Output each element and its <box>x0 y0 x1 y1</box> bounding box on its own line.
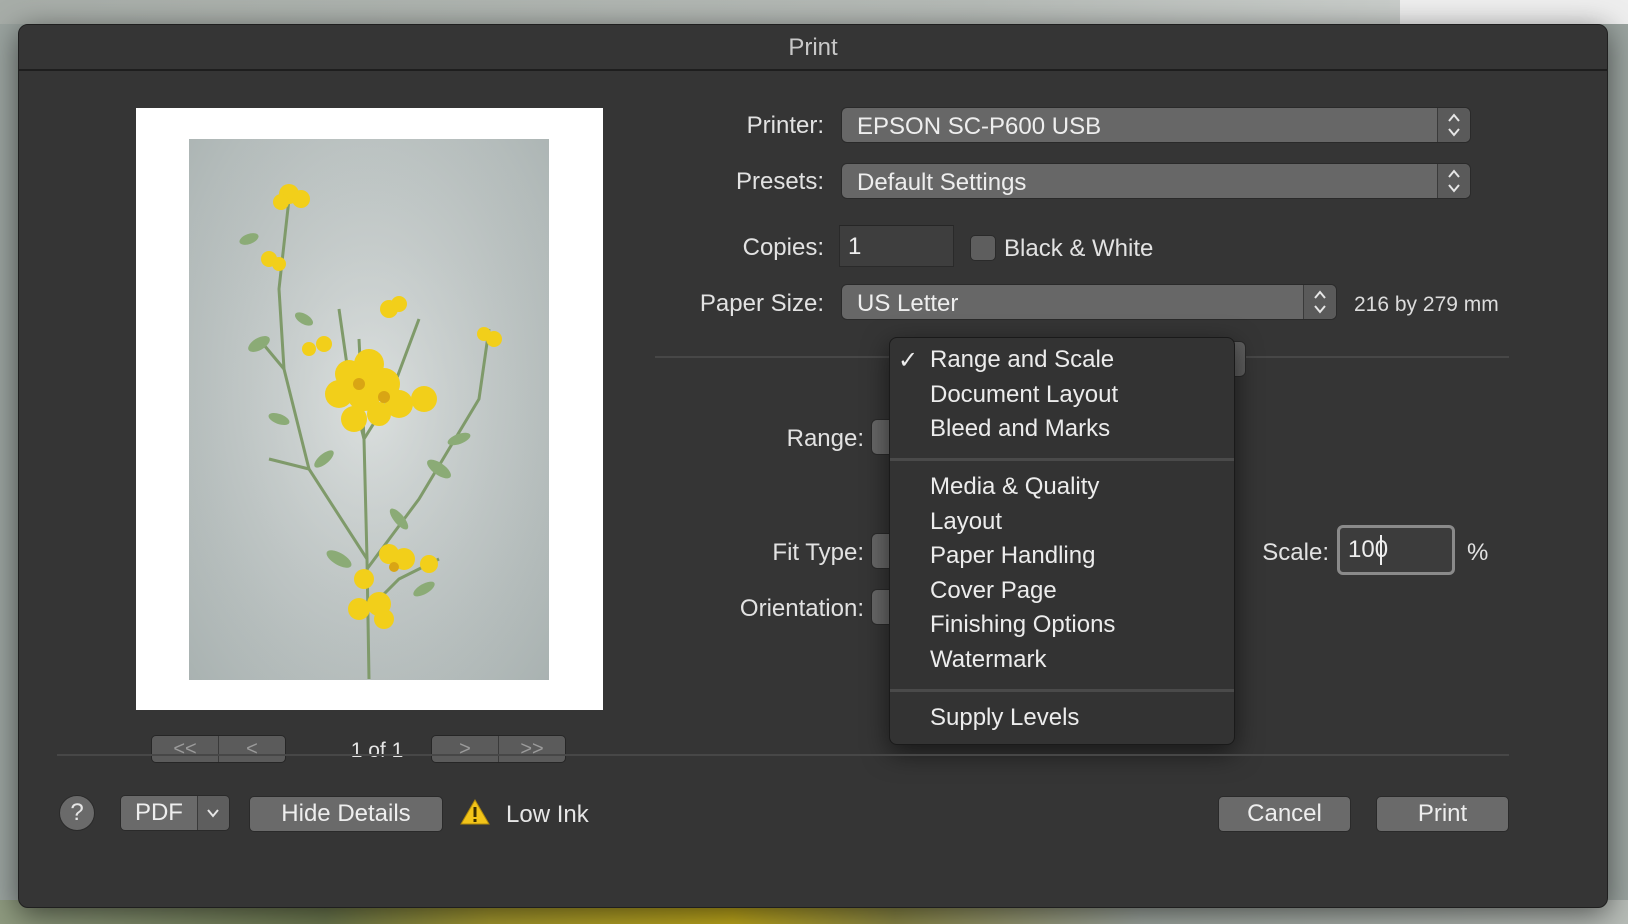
preview-nav-forward: > >> <box>431 735 566 763</box>
help-button[interactable]: ? <box>59 795 95 831</box>
print-button[interactable]: Print <box>1376 796 1509 832</box>
scale-label: Scale: <box>1262 539 1329 566</box>
menu-item-media-quality[interactable]: Media & Quality <box>930 473 1099 501</box>
next-page-button[interactable]: > <box>432 736 498 762</box>
up-down-chevron-icon <box>1303 285 1336 319</box>
last-page-button[interactable]: >> <box>498 736 565 762</box>
menu-item-range-and-scale[interactable]: Range and Scale <box>930 346 1114 374</box>
pdf-menu-button[interactable]: PDF <box>120 795 230 831</box>
footer-divider <box>57 754 1509 756</box>
printer-label: Printer: <box>746 112 824 139</box>
pdf-button[interactable]: PDF <box>121 796 197 830</box>
scale-unit: % <box>1467 539 1489 566</box>
preview-nav-back: << < <box>151 735 286 763</box>
menu-separator <box>890 458 1234 461</box>
black-white-label[interactable]: Black & White <box>1004 235 1153 263</box>
copies-input[interactable]: 1 <box>839 225 954 267</box>
presets-label: Presets: <box>735 168 824 195</box>
dialog-title: Print <box>788 34 838 61</box>
paper-size-popup[interactable]: US Letter <box>841 284 1337 320</box>
low-ink-text[interactable]: Low Ink <box>506 801 589 829</box>
warning-triangle-icon <box>459 798 491 831</box>
orientation-label: Orientation: <box>739 595 864 622</box>
copies-value: 1 <box>848 233 862 260</box>
copies-label: Copies: <box>742 234 824 261</box>
chevron-down-icon[interactable] <box>196 796 229 830</box>
hide-details-button[interactable]: Hide Details <box>249 796 443 832</box>
desktop-background-top <box>0 0 1628 24</box>
print-dialog: Print << < 1 of 1 > >> Printer: EPSON SC… <box>18 24 1608 908</box>
menu-item-supply-levels[interactable]: Supply Levels <box>930 704 1079 732</box>
print-preview-page <box>136 108 603 710</box>
paper-size-label: Paper Size: <box>699 290 824 317</box>
menu-item-paper-handling[interactable]: Paper Handling <box>930 542 1095 570</box>
scale-value: 100 <box>1348 536 1389 563</box>
previous-page-button[interactable]: < <box>218 736 285 762</box>
titlebar: Print <box>19 25 1607 71</box>
presets-popup[interactable]: Default Settings <box>841 163 1471 199</box>
flower-photo-image <box>189 139 549 680</box>
menu-item-bleed-and-marks[interactable]: Bleed and Marks <box>930 415 1110 443</box>
printer-value: EPSON SC-P600 USB <box>857 113 1102 140</box>
page-indicator: 1 of 1 <box>350 739 404 762</box>
menu-separator <box>890 689 1234 692</box>
preview-photo <box>189 139 549 680</box>
up-down-chevron-icon <box>1437 108 1470 142</box>
range-label: Range: <box>786 425 864 452</box>
first-page-button[interactable]: << <box>152 736 218 762</box>
fit-type-label: Fit Type: <box>772 539 864 566</box>
presets-value: Default Settings <box>857 169 1027 196</box>
paper-dimensions: 216 by 279 mm <box>1354 293 1499 316</box>
up-down-chevron-icon <box>1437 164 1470 198</box>
menu-item-document-layout[interactable]: Document Layout <box>930 381 1118 409</box>
menu-item-watermark[interactable]: Watermark <box>930 646 1046 674</box>
menu-item-finishing-options[interactable]: Finishing Options <box>930 611 1115 639</box>
paper-size-value: US Letter <box>857 290 959 317</box>
menu-item-cover-page[interactable]: Cover Page <box>930 577 1057 605</box>
text-caret <box>1380 535 1382 565</box>
menu-item-layout[interactable]: Layout <box>930 508 1002 536</box>
cancel-button[interactable]: Cancel <box>1218 796 1351 832</box>
checkmark-icon: ✓ <box>898 347 919 374</box>
panel-menu: ✓ Range and Scale Document Layout Bleed … <box>889 337 1235 745</box>
black-white-checkbox[interactable] <box>970 235 996 261</box>
scale-input[interactable]: 100 <box>1337 525 1455 575</box>
printer-popup[interactable]: EPSON SC-P600 USB <box>841 107 1471 143</box>
